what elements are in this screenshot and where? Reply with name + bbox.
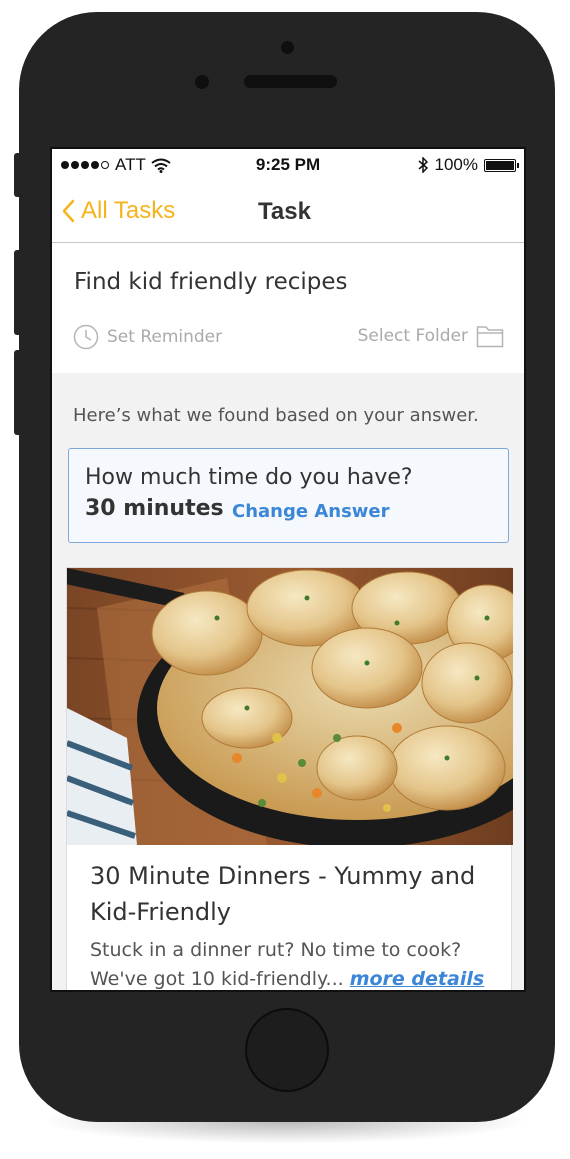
home-button[interactable] bbox=[245, 1008, 329, 1092]
status-right: 100% bbox=[418, 155, 519, 175]
select-folder-button[interactable]: Select Folder bbox=[358, 324, 504, 348]
clock-icon bbox=[73, 324, 99, 350]
battery-percent: 100% bbox=[434, 155, 478, 174]
recipe-card[interactable]: 30 Minute Dinners - Yummy and Kid-Friend… bbox=[66, 567, 513, 990]
change-answer-link[interactable]: Change Answer bbox=[232, 501, 390, 522]
select-folder-label: Select Folder bbox=[357, 326, 468, 346]
task-title[interactable]: Find kid friendly recipes bbox=[74, 269, 348, 295]
set-reminder-label: Set Reminder bbox=[107, 327, 223, 347]
page-title: Task bbox=[258, 198, 311, 225]
navigation-bar: All Tasks Task bbox=[52, 183, 524, 243]
back-button[interactable]: All Tasks bbox=[61, 197, 175, 225]
phone-screen: ATT 9:25 PM 100% All Tasks Task Find kid… bbox=[50, 147, 526, 992]
proximity-sensor bbox=[195, 75, 209, 89]
answer-value: 30 minutes bbox=[85, 496, 224, 521]
earpiece-speaker bbox=[244, 75, 337, 88]
question-text: How much time do you have? bbox=[85, 465, 413, 490]
task-card: Find kid friendly recipes Set Reminder S… bbox=[52, 243, 524, 373]
status-bar: ATT 9:25 PM 100% bbox=[52, 149, 524, 183]
recipe-description: Stuck in a dinner rut? No time to cook? … bbox=[90, 936, 500, 990]
recipe-title[interactable]: 30 Minute Dinners - Yummy and Kid-Friend… bbox=[90, 858, 490, 930]
chevron-left-icon bbox=[62, 199, 75, 223]
back-button-label: All Tasks bbox=[81, 197, 176, 224]
more-details-link[interactable]: more details bbox=[350, 968, 484, 990]
set-reminder-button[interactable]: Set Reminder bbox=[73, 324, 222, 350]
results-area: Here’s what we found based on your answe… bbox=[52, 373, 524, 990]
bluetooth-icon bbox=[418, 157, 428, 173]
answer-box: How much time do you have? 30 minutes Ch… bbox=[68, 448, 509, 543]
folder-icon bbox=[476, 326, 504, 348]
front-camera bbox=[281, 41, 294, 54]
recipe-photo[interactable] bbox=[67, 568, 513, 845]
results-intro: Here’s what we found based on your answe… bbox=[73, 405, 479, 426]
battery-icon bbox=[484, 158, 519, 172]
